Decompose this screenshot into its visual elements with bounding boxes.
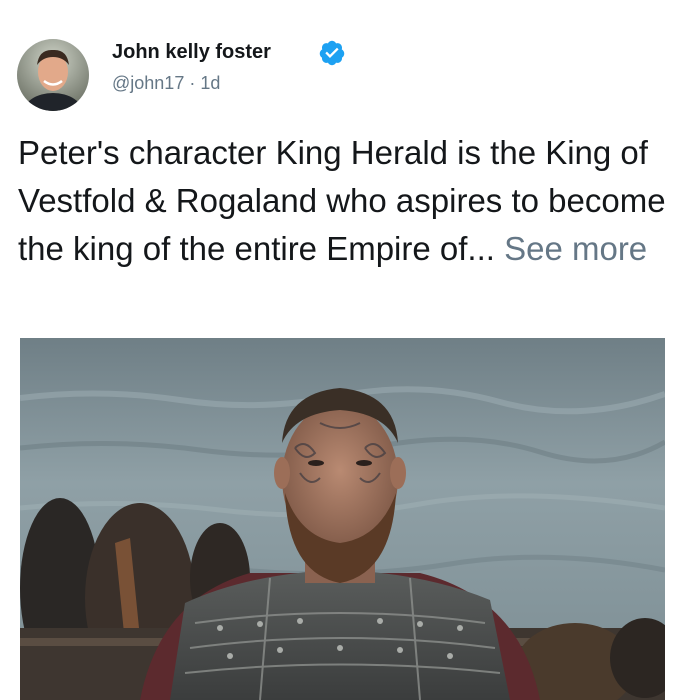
verified-badge-icon	[318, 39, 346, 67]
post-image[interactable]	[20, 338, 665, 700]
author-display-name[interactable]: John kelly foster	[112, 40, 271, 64]
meta-separator: ·	[189, 73, 196, 93]
post-card: John kelly foster @john17 · 1d Peter's cha…	[0, 0, 700, 700]
avatar-image	[17, 39, 89, 111]
see-more-link[interactable]: See more	[504, 230, 647, 267]
post-text: Peter's character King Herald is the Kin…	[18, 129, 688, 273]
post-meta: @john17 · 1d	[112, 72, 220, 94]
author-avatar[interactable]	[17, 39, 89, 111]
author-handle[interactable]: @john17	[112, 73, 184, 93]
bearded-warrior-photo	[20, 338, 665, 700]
post-timestamp[interactable]: 1d	[200, 73, 220, 93]
